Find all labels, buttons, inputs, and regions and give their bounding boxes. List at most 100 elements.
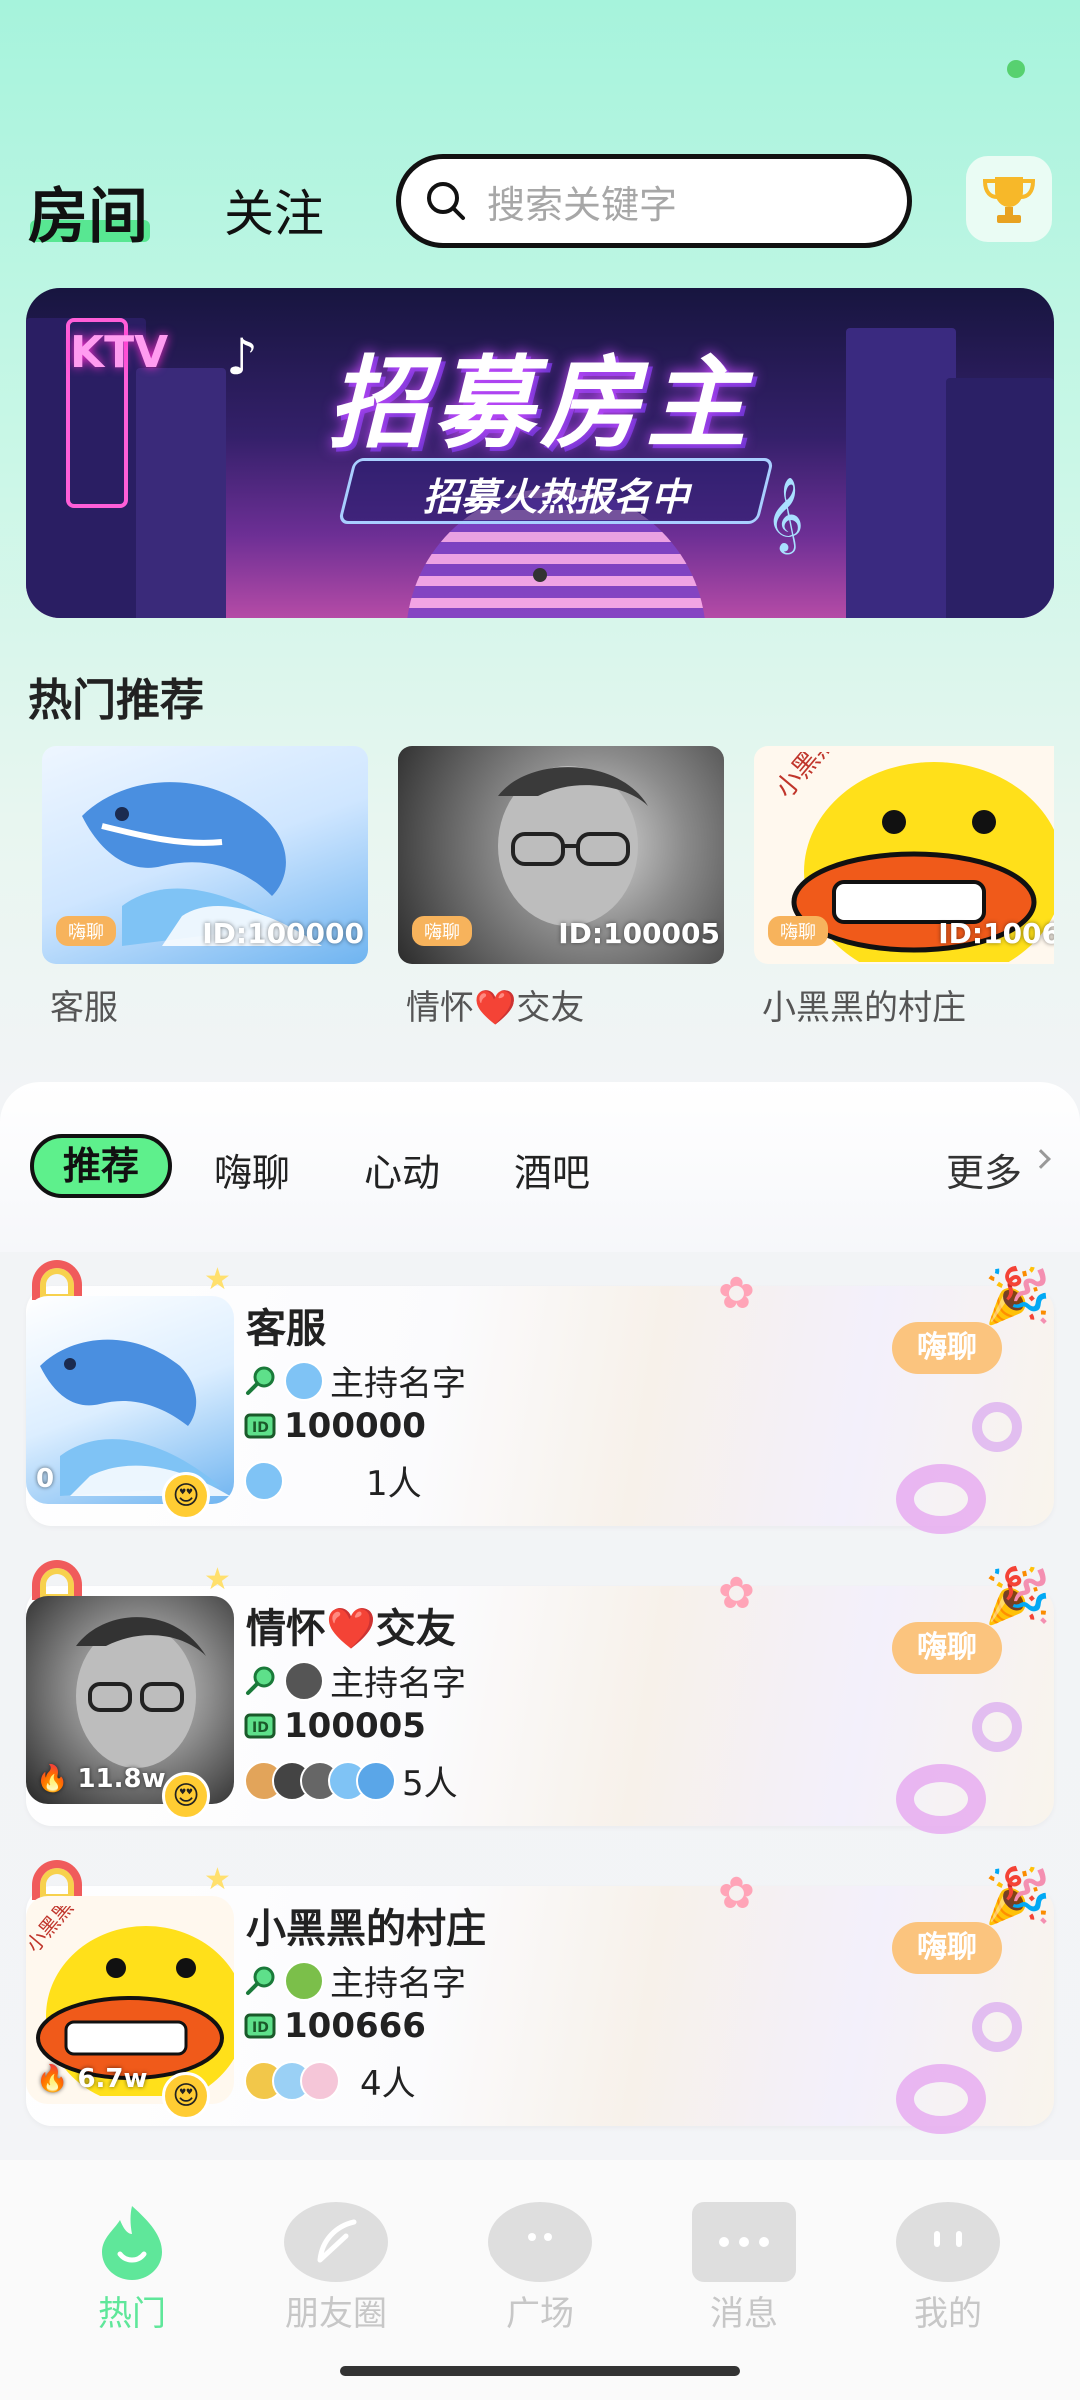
hot-card[interactable]: 小黑黑 嗨聊 ID:100666 小黑黑的村庄 xyxy=(754,746,1054,1029)
id-badge-icon: ID xyxy=(244,2013,276,2039)
flower-decoration: ✿ xyxy=(718,1268,755,1319)
room-host: 主持名字 xyxy=(244,1356,466,1405)
banner-page-indicator xyxy=(533,568,547,582)
flower-decoration: ✿ xyxy=(718,1568,755,1619)
hot-card-name: 情怀❤️交友 xyxy=(406,988,585,1028)
room-members: 1人 xyxy=(244,1456,422,1505)
room-title: 情怀❤️交友 xyxy=(246,1606,456,1652)
room-card[interactable]: ★ ✿ 🎉 🔥 11.8w 😍 情怀❤️交友 主持名字 ID 100005 5人… xyxy=(26,1560,1054,1834)
nav-label: 朋友圈 xyxy=(285,2294,387,2334)
status-indicator-dot xyxy=(1007,60,1025,78)
room-card[interactable]: ★ ✿ 🎉 0 😍 客服 主持名字 ID 100000 1人 嗨聊 xyxy=(26,1260,1054,1534)
emoji-heart-eyes-icon: 😍 xyxy=(162,2072,210,2120)
flower-decoration: ✿ xyxy=(718,1868,755,1919)
room-id: 100666 xyxy=(284,2006,426,2046)
room-category-tag: 嗨聊 xyxy=(892,1322,1002,1374)
host-avatar xyxy=(284,1360,324,1401)
room-id: 100005 xyxy=(284,1706,426,1746)
id-badge-icon: ID xyxy=(244,1413,276,1439)
party-popper-decoration: 🎉 xyxy=(984,1864,1052,1927)
trophy-icon xyxy=(982,177,1036,223)
feather-icon xyxy=(284,2202,388,2282)
hot-card[interactable]: 嗨聊 ID:100000 客服 xyxy=(42,746,368,1029)
star-decoration: ★ xyxy=(204,1562,231,1597)
nav-hot[interactable]: 热门 xyxy=(52,2202,212,2335)
category-tabs: 推荐 嗨聊 心动 酒吧 更多 xyxy=(0,1082,1080,1252)
ring-decoration xyxy=(896,1764,986,1834)
treble-clef-icon: 𝄞 xyxy=(766,478,804,552)
tab-follow[interactable]: 关注 xyxy=(224,174,324,246)
room-title: 小黑黑的村庄 xyxy=(246,1906,486,1952)
nav-profile[interactable]: 我的 xyxy=(868,2202,1028,2335)
search-input[interactable]: 搜索关键字 xyxy=(396,154,912,248)
host-avatar xyxy=(284,1660,324,1701)
host-avatar xyxy=(284,1960,324,2001)
nav-moments[interactable]: 朋友圈 xyxy=(256,2202,416,2335)
room-thumbnail: 🔥 11.8w xyxy=(26,1596,234,1804)
member-avatar xyxy=(300,2060,340,2101)
nav-messages[interactable]: 消息 xyxy=(664,2202,824,2335)
room-heat: 🔥 11.8w xyxy=(36,1764,166,1794)
home-indicator xyxy=(340,2366,740,2376)
chevron-right-icon xyxy=(1031,1149,1051,1169)
room-card[interactable]: ★ ✿ 🎉 小黑黑 🔥 6.7w 😍 小黑黑的村庄 主持名字 ID 100666… xyxy=(26,1860,1054,2134)
room-heat-value: 6.7w xyxy=(77,2064,148,2094)
tab-rooms[interactable]: 房间 xyxy=(28,168,148,255)
member-count: 1人 xyxy=(366,1464,422,1504)
svg-text:小黑黑: 小黑黑 xyxy=(26,1906,78,1957)
hot-card-thumbnail: 小黑黑 嗨聊 ID:100666 xyxy=(754,746,1054,964)
hot-card-id: ID:100000 xyxy=(202,917,364,950)
room-id-row: ID 100005 xyxy=(244,1706,426,1746)
room-title: 客服 xyxy=(246,1306,326,1352)
emoji-heart-eyes-icon: 😍 xyxy=(162,1472,210,1520)
microphone-icon xyxy=(246,1666,275,1695)
room-category-tag: 嗨聊 xyxy=(892,1622,1002,1674)
svg-text:ID: ID xyxy=(252,1420,269,1436)
id-badge-icon: ID xyxy=(244,1713,276,1739)
bottom-navigation: 热门 朋友圈 广场 消息 我的 xyxy=(0,2160,1080,2400)
microphone-icon xyxy=(246,1966,275,1995)
rainbow-decoration xyxy=(32,1860,82,1900)
room-thumbnail: 0 xyxy=(26,1296,234,1504)
svg-text:ID: ID xyxy=(252,2020,269,2036)
nav-label: 热门 xyxy=(98,2294,166,2334)
room-members: 5人 xyxy=(244,1756,458,1805)
hot-section-title: 热门推荐 xyxy=(28,675,204,726)
ring-decoration xyxy=(972,1702,1022,1752)
dolphin-image xyxy=(40,1339,230,1496)
member-count: 5人 xyxy=(402,1764,458,1804)
room-members: 4人 xyxy=(244,2056,416,2105)
nav-square[interactable]: 广场 xyxy=(460,2202,620,2335)
svg-text:小黑黑: 小黑黑 xyxy=(770,752,843,804)
tab-chat[interactable]: 嗨聊 xyxy=(214,1142,290,1197)
tab-bar[interactable]: 酒吧 xyxy=(514,1142,590,1197)
room-id-row: ID 100000 xyxy=(244,1406,426,1446)
microphone-icon xyxy=(246,1366,275,1395)
music-note-icon: ♪ xyxy=(226,328,258,386)
top-header: 房间 关注 搜索关键字 xyxy=(0,150,1080,260)
party-popper-decoration: 🎉 xyxy=(984,1264,1052,1327)
host-name: 主持名字 xyxy=(330,1364,466,1404)
member-avatar xyxy=(356,1760,396,1801)
star-decoration: ★ xyxy=(204,1862,231,1897)
member-count: 4人 xyxy=(360,2064,416,2104)
party-popper-decoration: 🎉 xyxy=(984,1564,1052,1627)
tab-heartbeat[interactable]: 心动 xyxy=(364,1142,440,1197)
search-placeholder: 搜索关键字 xyxy=(487,182,678,227)
ranking-button[interactable] xyxy=(966,156,1052,242)
chat-bubble-icon xyxy=(692,2202,796,2282)
room-thumbnail: 小黑黑 🔥 6.7w xyxy=(26,1896,234,2104)
hot-card[interactable]: 嗨聊 ID:100005 情怀❤️交友 xyxy=(398,746,724,1029)
room-heat-value: 11.8w xyxy=(77,1764,166,1794)
star-decoration: ★ xyxy=(204,1262,231,1297)
nav-label: 广场 xyxy=(506,2294,574,2334)
ring-decoration xyxy=(972,2002,1022,2052)
hot-card-thumbnail: 嗨聊 ID:100005 xyxy=(398,746,724,964)
flame-icon xyxy=(80,2202,184,2282)
more-categories-button[interactable]: 更多 xyxy=(946,1142,1022,1197)
tab-recommend[interactable]: 推荐 xyxy=(30,1134,172,1198)
ring-decoration xyxy=(896,1464,986,1534)
hot-card-name: 客服 xyxy=(50,988,118,1028)
face-icon xyxy=(896,2202,1000,2282)
room-host: 主持名字 xyxy=(244,1956,466,2005)
